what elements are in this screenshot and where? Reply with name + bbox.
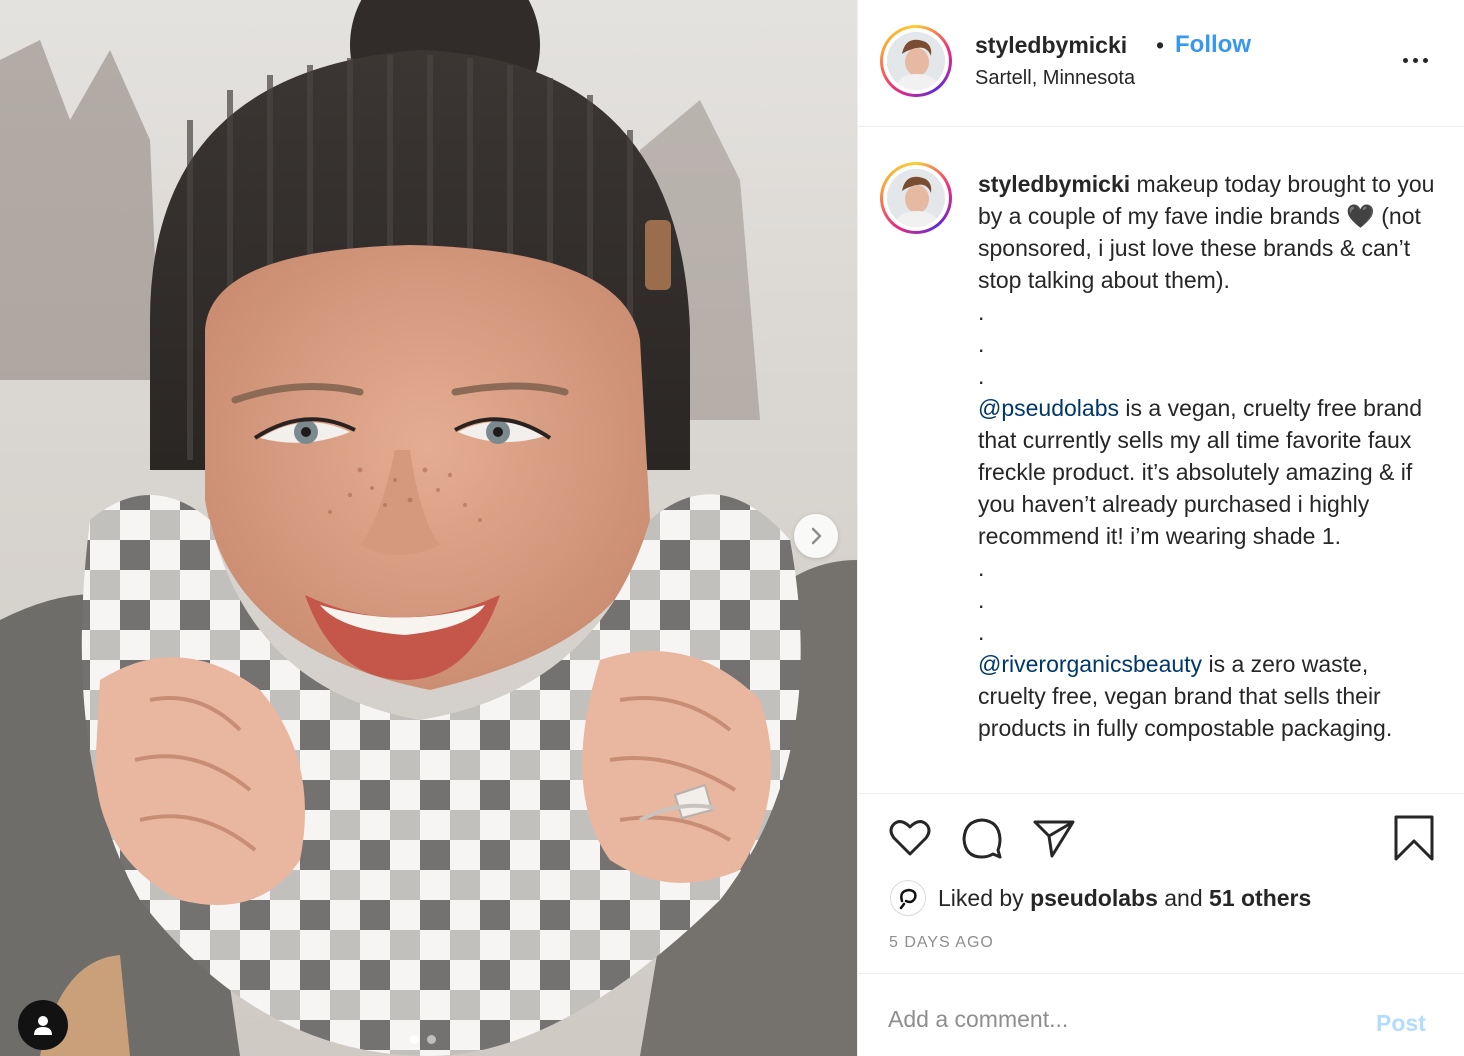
- bookmark-icon: [1394, 815, 1434, 861]
- follow-button[interactable]: Follow: [1175, 31, 1251, 59]
- next-slide-button[interactable]: [794, 514, 838, 558]
- paper-plane-icon: [1033, 820, 1075, 858]
- comments-area[interactable]: styledbymicki makeup today brought to yo…: [858, 128, 1464, 792]
- author-username[interactable]: styledbymicki: [975, 32, 1127, 59]
- liker-avatar[interactable]: [890, 880, 926, 916]
- caption-dot: .: [978, 331, 985, 357]
- instagram-post: styledbymicki • Follow Sartell, Minnesot…: [0, 0, 1464, 1056]
- mention-link[interactable]: @riverorganicsbeauty: [978, 651, 1202, 677]
- likes-prefix: Liked by: [938, 884, 1031, 911]
- carousel-dot: [427, 1035, 436, 1044]
- caption-dot: .: [978, 619, 985, 645]
- user-icon: [34, 1016, 52, 1035]
- comment-form: Post: [858, 973, 1464, 1056]
- avatar-image: [887, 169, 945, 227]
- caption-dot: .: [978, 587, 985, 613]
- comment-input[interactable]: [888, 1006, 1348, 1033]
- carousel-indicator: [410, 1035, 436, 1044]
- post-actions: Liked by pseudolabs and 51 others 5 DAYS…: [858, 793, 1464, 973]
- author-avatar[interactable]: [880, 25, 952, 97]
- liker-username[interactable]: pseudolabs: [1030, 885, 1158, 912]
- mention-link[interactable]: @pseudolabs: [978, 395, 1119, 421]
- caption-dot: .: [978, 299, 985, 325]
- header-separator: •: [1156, 32, 1165, 58]
- tagged-users-button[interactable]: [18, 1000, 68, 1050]
- post-timestamp[interactable]: 5 DAYS AGO: [889, 934, 994, 952]
- likes-middle: and: [1157, 884, 1210, 911]
- post-location[interactable]: Sartell, Minnesota: [975, 67, 1135, 90]
- pseudolabs-logo-icon: [899, 888, 917, 910]
- post-comment-button[interactable]: Post: [1376, 1010, 1426, 1037]
- like-button[interactable]: [888, 816, 932, 865]
- post-sidebar: styledbymicki • Follow Sartell, Minnesot…: [857, 0, 1464, 1056]
- post-photo: [0, 0, 857, 1056]
- comment-button[interactable]: [960, 816, 1004, 865]
- caption-dot: .: [978, 363, 985, 389]
- share-button[interactable]: [1032, 816, 1076, 865]
- comment-icon: [962, 818, 1002, 859]
- caption-avatar[interactable]: [880, 162, 952, 234]
- save-button[interactable]: [1392, 814, 1436, 867]
- caption-dot: .: [978, 555, 985, 581]
- post-media[interactable]: [0, 0, 857, 1056]
- heart-icon: [889, 820, 931, 856]
- post-header: styledbymicki • Follow Sartell, Minnesot…: [858, 0, 1464, 127]
- more-options-icon[interactable]: [1403, 50, 1433, 70]
- caption-username[interactable]: styledbymicki: [978, 171, 1130, 197]
- likes-count[interactable]: 51 others: [1209, 885, 1311, 912]
- likes-summary[interactable]: Liked by pseudolabs and 51 others: [890, 880, 1311, 916]
- avatar-image: [887, 32, 945, 90]
- chevron-right-icon: [811, 527, 822, 545]
- post-caption: styledbymicki makeup today brought to yo…: [978, 168, 1440, 744]
- carousel-dot-active: [410, 1035, 419, 1044]
